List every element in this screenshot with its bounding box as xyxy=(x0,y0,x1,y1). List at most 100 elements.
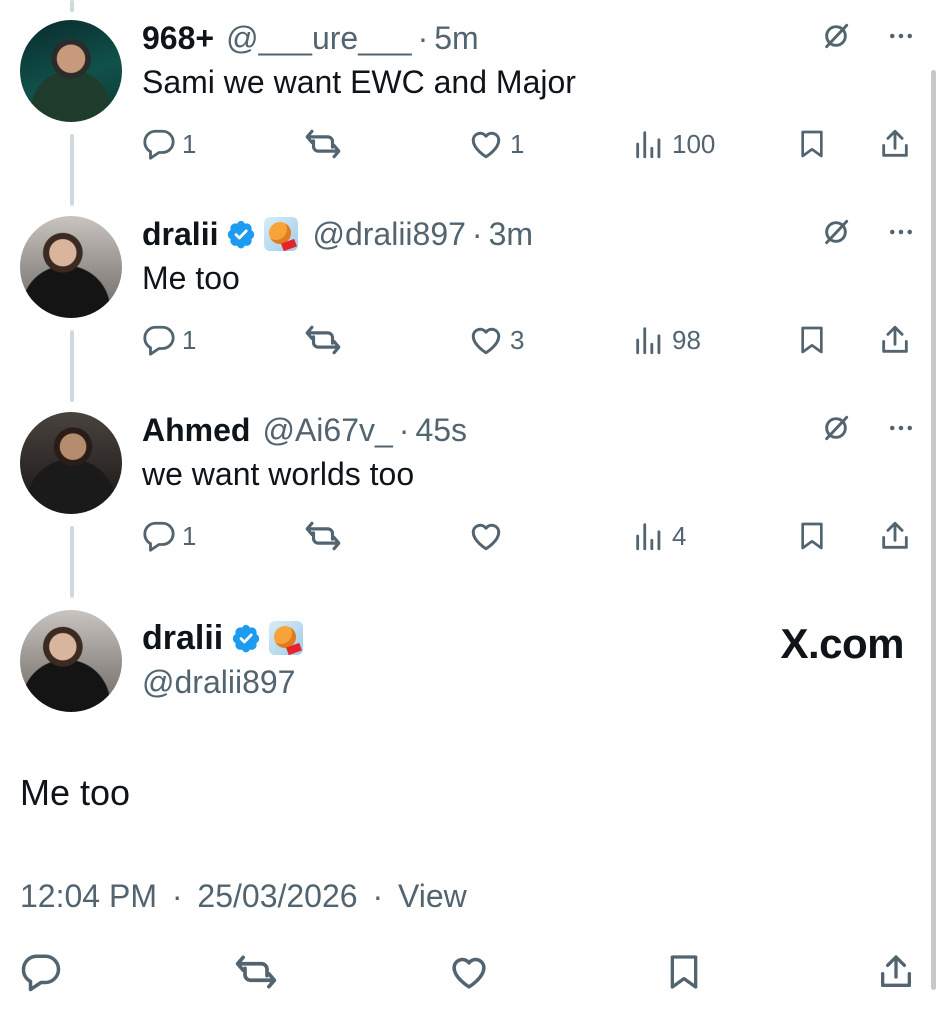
repost-button[interactable] xyxy=(304,514,348,558)
share-button[interactable] xyxy=(878,122,912,166)
tweet-header: dralii @dralii897 · 3m xyxy=(142,212,533,256)
tweet-meta: 12:04 PM · 25/03/2026 · View xyxy=(20,878,467,915)
separator-dot: · xyxy=(471,215,483,252)
repost-icon xyxy=(304,321,342,359)
tweet-header: 968+ @___ure___ · 5m xyxy=(142,16,479,60)
reply-icon xyxy=(142,127,176,161)
like-button[interactable]: 1 xyxy=(468,122,524,166)
reply-count: 1 xyxy=(182,324,197,355)
tweet-top-actions xyxy=(820,216,916,253)
avatar[interactable] xyxy=(20,216,122,318)
grok-icon[interactable] xyxy=(820,216,852,253)
bookmark-button[interactable] xyxy=(796,514,828,558)
bookmark-icon xyxy=(796,324,828,356)
tweet-text: Me too xyxy=(20,772,131,813)
like-button[interactable] xyxy=(448,950,490,994)
repost-button[interactable] xyxy=(234,950,278,994)
tweet-date[interactable]: 25/03/2026 xyxy=(197,878,357,914)
timestamp[interactable]: 5m xyxy=(434,20,478,57)
view-count: 98 xyxy=(672,324,701,355)
like-button[interactable]: 3 xyxy=(468,318,524,362)
separator-dot: · xyxy=(372,878,384,914)
heart-icon xyxy=(448,951,490,993)
timestamp[interactable]: 3m xyxy=(489,216,533,253)
avatar[interactable] xyxy=(20,20,122,122)
view-count: 100 xyxy=(672,128,716,159)
display-name[interactable]: dralii xyxy=(142,619,223,658)
thread-line xyxy=(70,0,74,12)
grok-icon[interactable] xyxy=(820,20,852,57)
more-icon[interactable] xyxy=(886,21,916,56)
share-icon xyxy=(876,952,916,992)
like-count: 1 xyxy=(510,128,525,159)
tweet-header: dralii xyxy=(142,616,304,660)
verified-badge-icon[interactable] xyxy=(231,623,261,653)
user-handle[interactable]: @dralii897 xyxy=(142,664,295,701)
views-button[interactable]: 98 xyxy=(632,318,701,362)
affiliate-badge-icon[interactable] xyxy=(264,217,299,251)
reply-count: 1 xyxy=(182,520,197,551)
reply-button[interactable]: 1 xyxy=(142,514,196,558)
share-button[interactable] xyxy=(878,318,912,362)
share-icon xyxy=(878,323,912,357)
repost-icon xyxy=(304,517,342,555)
heart-icon xyxy=(468,126,504,162)
display-name[interactable]: Ahmed xyxy=(142,412,250,449)
bookmark-button[interactable] xyxy=(796,122,828,166)
tweet-text: Me too xyxy=(142,260,240,296)
view-link[interactable]: View xyxy=(398,878,467,914)
tweet-header: Ahmed @Ai67v_ · 45s xyxy=(142,408,467,452)
like-button[interactable] xyxy=(468,514,510,558)
tweet-text: we want worlds too xyxy=(142,456,415,492)
avatar[interactable] xyxy=(20,610,122,712)
user-handle[interactable]: @___ure___ xyxy=(226,20,412,57)
heart-icon xyxy=(468,322,504,358)
reply-button[interactable]: 1 xyxy=(142,318,196,362)
bookmark-icon xyxy=(796,128,828,160)
views-button[interactable]: 100 xyxy=(632,122,715,166)
views-button[interactable]: 4 xyxy=(632,514,686,558)
tweet-time[interactable]: 12:04 PM xyxy=(20,878,157,914)
analytics-icon xyxy=(632,519,666,553)
analytics-icon xyxy=(632,323,666,357)
grok-icon[interactable] xyxy=(820,412,852,449)
like-count: 3 xyxy=(510,324,525,355)
reply-icon xyxy=(20,951,62,993)
repost-icon xyxy=(234,950,278,994)
verified-badge-icon[interactable] xyxy=(226,219,256,249)
main-action-bar xyxy=(0,950,940,1000)
bookmark-button[interactable] xyxy=(664,950,704,994)
tweet-top-actions xyxy=(820,20,916,57)
share-button[interactable] xyxy=(878,514,912,558)
action-bar: 1 1 100 xyxy=(0,122,940,166)
repost-button[interactable] xyxy=(304,318,348,362)
share-button[interactable] xyxy=(876,950,916,994)
more-icon[interactable] xyxy=(886,217,916,252)
reply-button[interactable] xyxy=(20,950,62,994)
action-bar: 1 3 98 xyxy=(0,318,940,362)
repost-icon xyxy=(304,125,342,163)
reply-icon xyxy=(142,519,176,553)
view-count: 4 xyxy=(672,520,687,551)
timestamp[interactable]: 45s xyxy=(415,412,467,449)
share-icon xyxy=(878,519,912,553)
avatar[interactable] xyxy=(20,412,122,514)
reply-button[interactable]: 1 xyxy=(142,122,196,166)
more-icon[interactable] xyxy=(886,413,916,448)
separator-dot: · xyxy=(398,411,410,448)
separator-dot: · xyxy=(171,878,183,914)
tweet-top-actions xyxy=(820,412,916,449)
tweet-text: Sami we want EWC and Major xyxy=(142,64,576,100)
bookmark-button[interactable] xyxy=(796,318,828,362)
x-com-watermark: X.com xyxy=(780,620,904,667)
bookmark-icon xyxy=(664,952,704,992)
display-name[interactable]: dralii xyxy=(142,216,218,253)
user-handle[interactable]: @Ai67v_ xyxy=(262,412,392,449)
reply-count: 1 xyxy=(182,128,197,159)
bookmark-icon xyxy=(796,520,828,552)
display-name[interactable]: 968+ xyxy=(142,20,214,57)
affiliate-badge-icon[interactable] xyxy=(269,621,304,655)
repost-button[interactable] xyxy=(304,122,348,166)
user-handle[interactable]: @dralii897 xyxy=(312,216,465,253)
analytics-icon xyxy=(632,127,666,161)
